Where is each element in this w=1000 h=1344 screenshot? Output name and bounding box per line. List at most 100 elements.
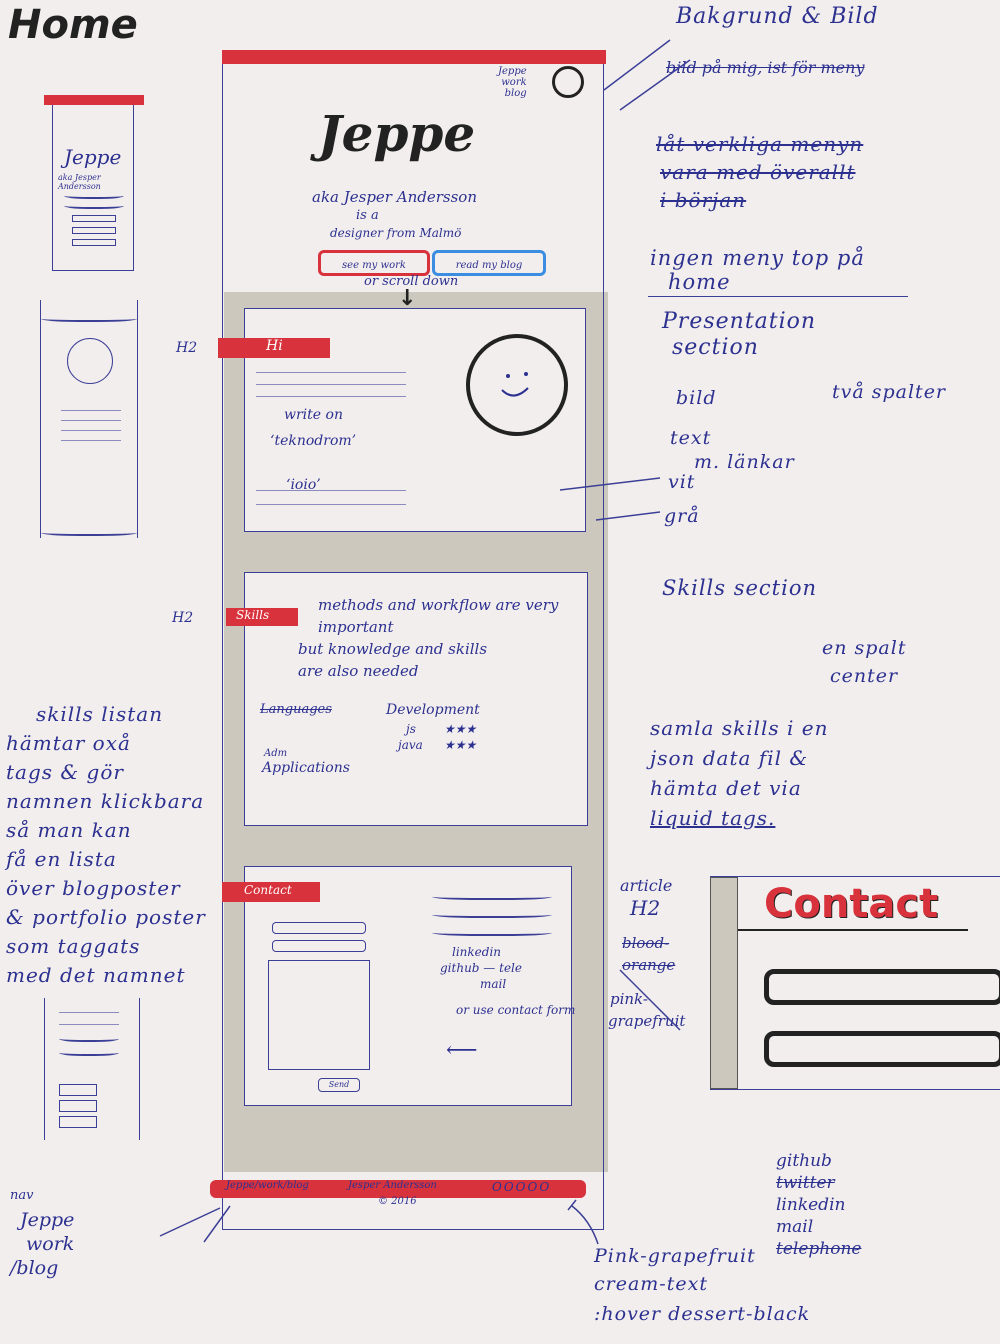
contact-link-linkedin[interactable]: linkedin [440,944,576,960]
footer-icons[interactable]: OOOOO [492,1180,551,1194]
hi-text-line [256,384,406,385]
skills-js-label[interactable]: js [406,722,416,736]
skills-adm-label[interactable]: Adm [264,748,287,759]
skills-heading: Skills [236,608,270,622]
skills-java-label[interactable]: java [398,738,423,752]
note-line: som taggats [6,934,141,958]
thumbnail-field [59,1116,97,1128]
note-samla: samla skills i en [650,716,829,740]
contact-heading-tab: Contact [222,882,320,902]
note-grapefruit: grapefruit [608,1012,686,1030]
note-ingen: ingen meny top på [650,246,865,270]
skills-java-stars: ★★★ [444,738,477,752]
contact-detail-heading: Contact [764,881,939,927]
contact-text-squiggle [432,910,552,918]
hi-text-line [256,372,406,373]
note-vara: vara med överallt [660,160,856,184]
contact-link-mail[interactable]: mail [440,976,576,992]
smiley-face-icon [501,372,529,397]
hi-line: write on [284,407,343,423]
contact-detail-field[interactable] [764,969,1000,1005]
note-pink: pink- [610,990,648,1008]
nav-note: nav Jeppe work /blog [10,1184,74,1280]
read-my-blog-button[interactable]: read my blog [432,250,546,276]
skills-languages-label[interactable]: Languages [260,702,332,717]
thumbnail-squiggle [64,201,124,209]
thumbnail-text-line [61,440,121,441]
thumbnail-3 [44,998,140,1140]
note-liquid: liquid tags. [650,806,776,830]
avatar-circle [67,338,113,384]
nav-item-blog[interactable]: blog [498,88,527,99]
header-avatar-icon[interactable] [552,66,584,98]
contact-link-github[interactable]: github [440,961,479,975]
contact-detail-field[interactable] [764,1031,1000,1067]
note-section: section [672,335,759,360]
note-pink-grapefruit: Pink-grapefruit [594,1245,756,1267]
hi-text-line [256,396,406,397]
note-line: över blogposter [6,876,181,900]
thumbnail-squiggle [64,191,124,199]
skills-development-label[interactable]: Development [386,702,480,718]
skills-intro: methods and workflow are very important … [298,594,588,682]
contact-links: linkedin github — tele mail or use conta… [440,944,576,1017]
skills-js-stars: ★★★ [444,722,477,736]
note-json: json data fil & [650,746,809,770]
contact-detail-panel: Contact [710,876,1000,1090]
hi-heading: Hi [266,338,283,354]
contact-detail-sidebar [710,877,738,1089]
footer-year: © 2016 [378,1196,417,1207]
send-button[interactable]: Send [318,1078,360,1092]
see-my-work-label: see my work [342,260,406,271]
thumbnail-field [59,1084,97,1096]
thumbnail-header-bar [44,95,144,105]
contact-message-field[interactable] [268,960,370,1070]
skills-heading-tab: Skills [226,608,298,626]
note-en-spalt: en spalt [822,637,907,659]
thumbnail-2 [40,300,138,538]
note-line: tags & gör [6,760,124,784]
header-nav: Jeppe work blog [498,66,527,99]
note-line: få en lista [6,847,117,871]
contact-name-field[interactable] [272,922,366,934]
thumbnail-subtitle: aka Jesper Andersson [58,173,101,191]
thumbnail-title: Jeppe [64,145,122,169]
thumbnail-squiggle [41,528,137,536]
note-hamta: hämta det via [650,776,802,800]
note-line: nav [10,1188,34,1203]
thumbnail-squiggle [41,314,137,322]
hi-text-line [256,504,406,505]
contact-text-squiggle [432,928,552,936]
thumbnail-text-line [61,430,121,431]
note-hover: :hover dessert-black [594,1303,811,1325]
left-arrow-icon: ⟵ [446,1038,478,1063]
note-line: namnen klickbara [6,789,205,813]
note-presentation: Presentation [662,309,817,334]
skills-intro-line: are also needed [298,662,419,680]
note-gra: grå [664,505,700,527]
hi-line[interactable]: ‘teknodrom’ [270,428,356,454]
read-my-blog-label: read my blog [455,260,523,271]
see-my-work-button[interactable]: see my work [318,250,430,276]
note-tva: två spalter [832,381,947,403]
note-divider [648,296,908,297]
note-blood: blood- [622,934,670,952]
thumbnail-button [72,215,116,222]
thumbnail-field [59,1100,97,1112]
thumbnail-button [72,239,116,246]
h2-annotation: H2 [176,340,198,356]
h2-annotation: H2 [172,610,194,626]
skills-applications-label[interactable]: Applications [262,760,350,776]
note-cream-text: cream-text [594,1273,708,1295]
page-title: Home [8,2,138,48]
nav-item-work[interactable]: work [498,77,526,88]
contact-heading: Contact [244,883,292,897]
note-home: home [668,270,731,294]
footer-icons-note: github twitter linkedin mail telephone [776,1150,861,1260]
contact-email-field[interactable] [272,940,366,952]
profile-photo-circle [466,334,568,436]
hi-line[interactable]: ‘ioio’ [270,472,356,498]
contact-link-tele[interactable]: tele [499,961,522,975]
footer-nav[interactable]: Jeppe/work/blog [226,1180,309,1191]
nav-item-jeppe[interactable]: Jeppe [498,66,527,77]
